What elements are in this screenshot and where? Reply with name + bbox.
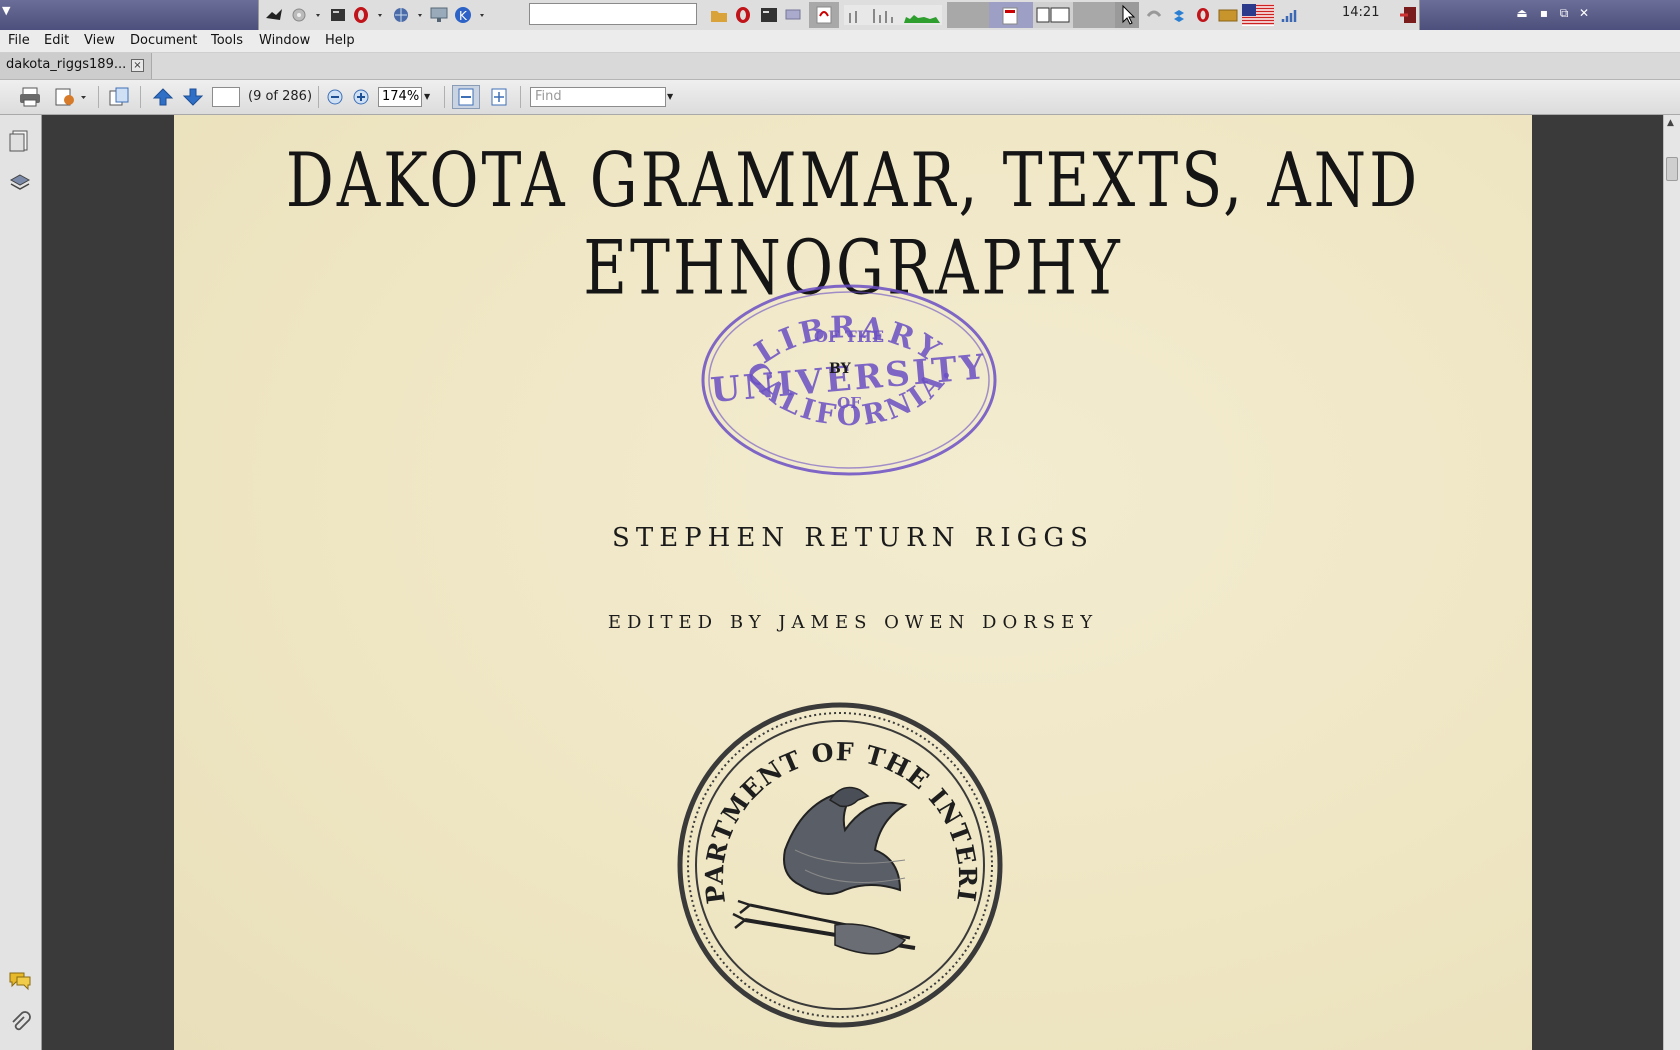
document-tab-label: dakota_riggs189... xyxy=(6,57,127,72)
eagle-icon xyxy=(732,786,916,955)
tab-close-icon[interactable]: × xyxy=(131,59,144,72)
export-dropdown-icon[interactable] xyxy=(52,85,90,109)
panel-search-input[interactable] xyxy=(529,3,697,25)
zoom-dropdown-arrow-icon[interactable]: ▼ xyxy=(424,92,430,101)
settings-gear-icon[interactable] xyxy=(289,4,325,26)
department-seal: DEPARTMENT OF THE INTERIOR xyxy=(675,700,1003,1028)
opera-icon[interactable] xyxy=(733,4,753,26)
minimize-icon[interactable]: ▪ xyxy=(1536,5,1552,21)
attachments-paperclip-icon[interactable] xyxy=(8,1011,32,1035)
scroll-up-arrow-icon[interactable]: ▲ xyxy=(1667,118,1674,128)
menu-window[interactable]: Window xyxy=(259,33,310,48)
keyboard-icon[interactable] xyxy=(1217,4,1239,26)
previous-page-arrow-icon[interactable] xyxy=(150,85,176,109)
menu-tools[interactable]: Tools xyxy=(211,33,243,48)
workspace-3[interactable] xyxy=(1033,2,1073,28)
scroll-thumb[interactable] xyxy=(1666,157,1678,181)
print-icon[interactable] xyxy=(16,85,44,109)
eject-icon[interactable]: ⏏ xyxy=(1514,5,1530,21)
menu-file[interactable]: File xyxy=(8,33,30,48)
workspace-4[interactable] xyxy=(1073,2,1115,28)
workspace-2-active[interactable] xyxy=(989,2,1033,28)
layers-panel-icon[interactable] xyxy=(8,171,32,195)
panel-menu-icon[interactable]: ▼ xyxy=(2,4,16,18)
opera-tray-icon[interactable] xyxy=(1193,4,1213,26)
pdf-page: DAKOTA GRAMMAR, TEXTS, AND ETHNOGRAPHY L… xyxy=(174,115,1532,1050)
pdf-task-button[interactable] xyxy=(809,2,839,28)
toolbar: (9 of 286) 174% ▼ Find ▼ xyxy=(0,80,1680,115)
maximize-icon[interactable]: ⧉ xyxy=(1556,5,1572,21)
editor-line: EDITED BY JAMES OWEN DORSEY xyxy=(607,612,1099,633)
folder-icon[interactable] xyxy=(709,4,729,26)
svg-text:K: K xyxy=(459,9,468,23)
menu-help[interactable]: Help xyxy=(325,33,355,48)
document-viewport[interactable]: DAKOTA GRAMMAR, TEXTS, AND ETHNOGRAPHY L… xyxy=(43,115,1663,1050)
wifi-signal-icon[interactable] xyxy=(1279,4,1301,26)
next-page-arrow-icon[interactable] xyxy=(180,85,206,109)
mouse-cursor-workspace[interactable] xyxy=(1115,2,1139,28)
system-panel: ▼ K 14:21 ⏏ ▪ ⧉ ✕ xyxy=(0,0,1680,30)
find-dropdown-arrow-icon[interactable]: ▼ xyxy=(667,92,673,101)
rotate-page-icon[interactable] xyxy=(106,85,132,109)
fit-page-icon[interactable] xyxy=(486,85,512,109)
library-stamp: LIBRARY OF THE UNIVERSITY OF CALIFORNIA.… xyxy=(701,284,997,476)
find-input[interactable]: Find xyxy=(530,87,666,107)
page-count: (9 of 286) xyxy=(248,89,313,104)
logout-icon[interactable] xyxy=(1397,4,1419,26)
terminal-window-icon[interactable] xyxy=(759,4,779,26)
window-controls: ⏏ ▪ ⧉ ✕ xyxy=(1420,0,1680,30)
system-tray: K 14:21 xyxy=(258,0,1420,30)
document-tab-bar: dakota_riggs189... × xyxy=(0,53,1680,80)
document-tab[interactable]: dakota_riggs189... × xyxy=(0,53,152,79)
system-monitor-graph-icon xyxy=(843,4,943,26)
fit-width-icon[interactable] xyxy=(452,85,480,109)
dropbox-icon[interactable] xyxy=(1169,4,1189,26)
screen-icon[interactable] xyxy=(429,4,449,26)
terminal-icon[interactable] xyxy=(329,4,347,26)
zoom-out-icon[interactable] xyxy=(324,85,346,109)
menu-document[interactable]: Document xyxy=(130,33,197,48)
menu-edit[interactable]: Edit xyxy=(44,33,69,48)
pages-panel-icon[interactable] xyxy=(8,129,32,153)
comments-panel-icon[interactable] xyxy=(8,969,32,993)
us-flag-icon[interactable] xyxy=(1241,4,1275,26)
vertical-scrollbar[interactable]: ▲ xyxy=(1663,115,1680,1050)
close-window-icon[interactable]: ✕ xyxy=(1576,5,1592,21)
by-label: BY xyxy=(829,361,852,377)
zoom-in-icon[interactable] xyxy=(350,85,372,109)
network-globe-icon[interactable] xyxy=(391,4,427,26)
clock[interactable]: 14:21 xyxy=(1342,5,1379,20)
workspace-1[interactable] xyxy=(947,2,989,28)
zoom-level-field[interactable]: 174% xyxy=(378,87,422,107)
stamp-line-of-the: OF THE xyxy=(814,327,884,346)
author-name: STEPHEN RETURN RIGGS xyxy=(612,523,1094,553)
k-menu-icon[interactable]: K xyxy=(453,4,489,26)
opera-browser-icon[interactable] xyxy=(351,4,387,26)
page-number-input[interactable] xyxy=(212,87,240,107)
launcher-icon[interactable] xyxy=(263,4,285,26)
display-settings-icon[interactable] xyxy=(783,4,803,26)
menubar: File Edit View Document Tools Window Hel… xyxy=(0,30,1680,53)
navigation-sidebar xyxy=(0,115,42,1050)
menu-view[interactable]: View xyxy=(84,33,115,48)
phone-icon[interactable] xyxy=(1143,4,1165,26)
